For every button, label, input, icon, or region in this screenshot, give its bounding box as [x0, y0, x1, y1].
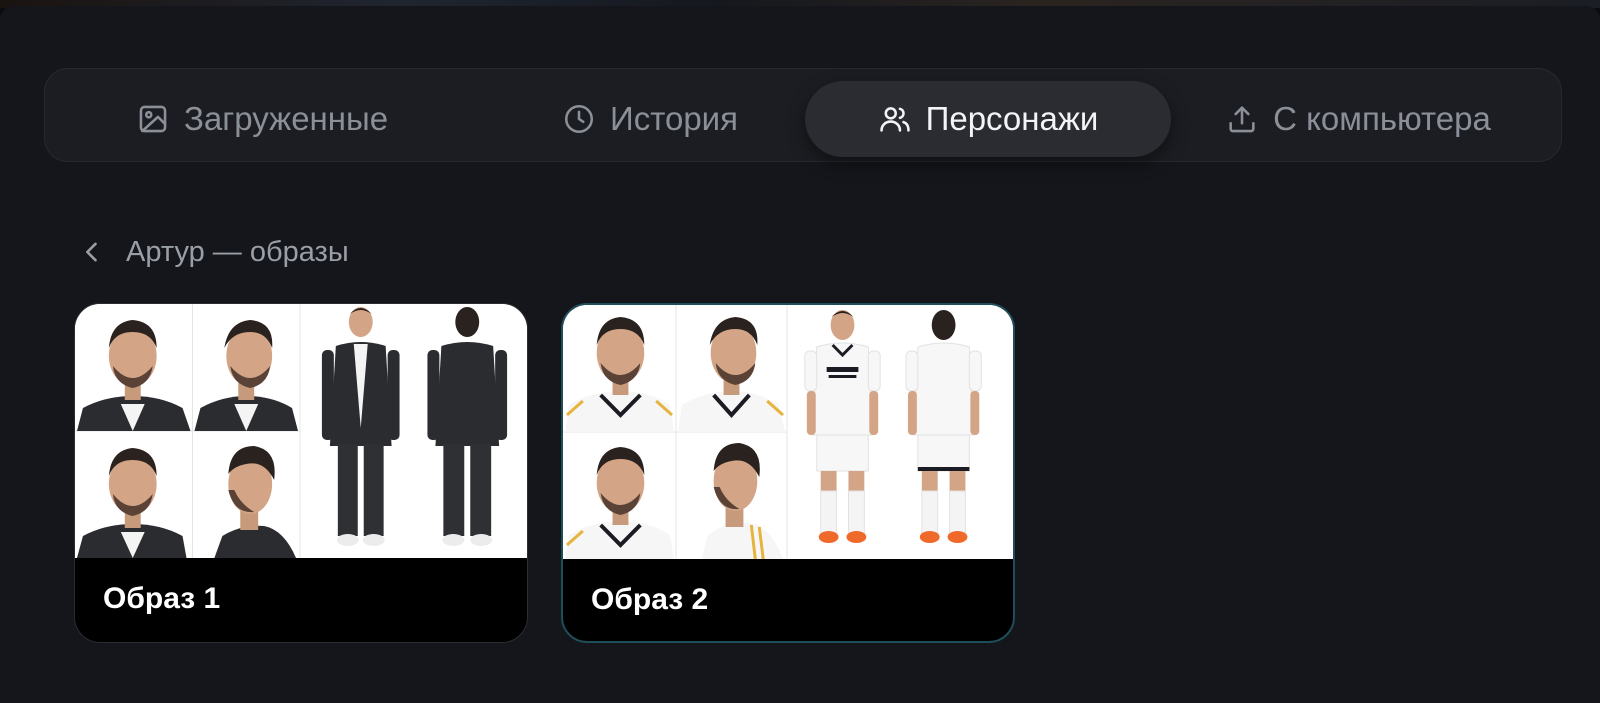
outfit-card-2-label: Образ 2	[591, 583, 709, 616]
clock-icon	[562, 102, 596, 136]
outfit-2-reference-sheet	[563, 305, 1013, 559]
image-picker-panel: Загруженные История Персонажи С компьюте…	[0, 6, 1600, 703]
outfit-card-1[interactable]: Образ 1	[74, 303, 528, 643]
tab-history-label: История	[610, 100, 738, 137]
breadcrumb-title: Артур — образы	[126, 235, 349, 268]
tab-history[interactable]: История	[467, 81, 833, 157]
outfit-1-reference-sheet	[75, 304, 527, 558]
outfit-card-2[interactable]: Образ 2	[561, 303, 1015, 643]
source-tabs: Загруженные История Персонажи С компьюте…	[44, 68, 1562, 162]
tab-from-computer[interactable]: С компьютера	[1175, 81, 1541, 157]
tab-uploaded[interactable]: Загруженные	[79, 81, 445, 157]
users-icon	[878, 102, 912, 136]
image-icon	[136, 102, 170, 136]
tab-characters-label: Персонажи	[925, 100, 1099, 137]
chevron-left-icon[interactable]	[78, 238, 106, 266]
upload-icon	[1225, 102, 1259, 136]
breadcrumb: Артур — образы	[78, 232, 349, 272]
outfit-card-1-label: Образ 1	[103, 582, 221, 615]
tab-from-computer-label: С компьютера	[1273, 100, 1491, 137]
tab-characters[interactable]: Персонажи	[805, 81, 1171, 157]
tab-uploaded-label: Загруженные	[183, 100, 389, 137]
